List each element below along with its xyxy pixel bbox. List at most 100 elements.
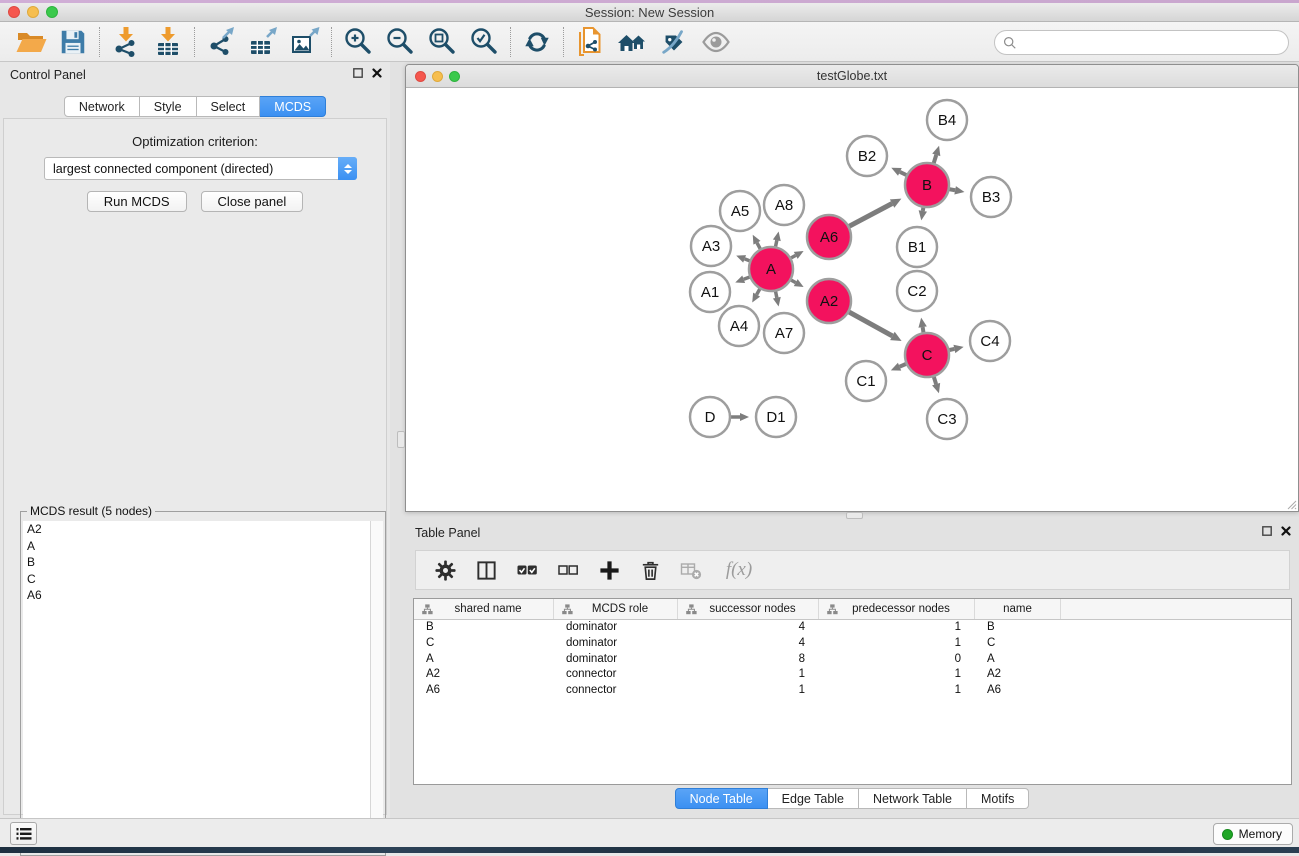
table-cell[interactable]: 1 [819,620,975,636]
export-table-button[interactable] [242,24,284,60]
mcds-result-item[interactable]: A6 [23,587,370,604]
zoom-out-button[interactable] [379,24,421,60]
table-row[interactable]: Adominator80A [414,652,1291,668]
edge-C-C1[interactable] [900,364,906,367]
edge-A2-C[interactable] [849,312,892,336]
edge-A-A6[interactable] [791,255,796,258]
table-cell[interactable]: A6 [975,683,1061,699]
edge-A-A2[interactable] [791,280,796,283]
edge-A6-B[interactable] [849,204,892,227]
table-cell[interactable]: A [975,652,1061,668]
edge-B-B3[interactable] [950,189,956,190]
network-from-file-button[interactable] [569,24,611,60]
refresh-layout-button[interactable] [516,24,558,60]
zoom-selected-button[interactable] [463,24,505,60]
table-cell[interactable]: A2 [414,667,554,683]
float-panel-icon[interactable] [353,68,363,78]
table-row[interactable]: A2connector11A2 [414,667,1291,683]
table-cell[interactable]: 1 [678,683,819,699]
edge-B-B2[interactable] [900,172,906,175]
network-window-titlebar[interactable]: testGlobe.txt [406,65,1298,88]
search-input[interactable] [1022,36,1288,50]
tab-motifs[interactable]: Motifs [967,788,1029,809]
edge-A-A3[interactable] [745,259,750,261]
resize-grip-icon[interactable] [1285,498,1297,510]
table-settings-button[interactable] [432,557,458,583]
table-cell[interactable]: connector [554,667,678,683]
home-button[interactable] [611,24,653,60]
show-details-button[interactable] [695,24,737,60]
edge-A-A1[interactable] [744,277,750,279]
edge-A-A7[interactable] [776,292,777,298]
table-cell[interactable]: B [414,620,554,636]
export-network-button[interactable] [200,24,242,60]
column-header-MCDS-role[interactable]: MCDS role [554,599,678,619]
close-panel-icon[interactable] [1281,526,1291,536]
column-header-successor-nodes[interactable]: successor nodes [678,599,819,619]
tab-mcds[interactable]: MCDS [260,96,326,117]
table-cell[interactable]: 1 [819,683,975,699]
table-cell[interactable]: connector [554,683,678,699]
edge-C-C4[interactable] [949,349,954,350]
edge-B-B4[interactable] [934,155,937,163]
memory-button[interactable]: Memory [1213,823,1293,845]
column-header-shared-name[interactable]: shared name [414,599,554,619]
tab-node-table[interactable]: Node Table [675,788,768,809]
tab-edge-table[interactable]: Edge Table [768,788,859,809]
table-cell[interactable]: A2 [975,667,1061,683]
tab-network-table[interactable]: Network Table [859,788,967,809]
tab-select[interactable]: Select [197,96,261,117]
table-cell[interactable]: A6 [414,683,554,699]
mcds-result-item[interactable]: B [23,554,370,571]
table-cell[interactable]: 1 [678,667,819,683]
edge-C-C2[interactable] [923,327,924,332]
delete-column-button[interactable] [637,557,663,583]
table-cell[interactable]: 1 [819,667,975,683]
column-header-name[interactable]: name [975,599,1061,619]
result-list-scrollbar[interactable] [370,521,383,853]
table-cell[interactable]: A [414,652,554,668]
table-cell[interactable]: 4 [678,620,819,636]
task-history-button[interactable] [10,822,37,845]
delete-table-button[interactable] [678,557,704,583]
edge-A-A4[interactable] [757,289,760,295]
criterion-dropdown[interactable]: largest connected component (directed) [44,157,357,180]
mcds-result-item[interactable]: A2 [23,521,370,538]
horizontal-divider-gripper[interactable] [846,512,863,519]
select-all-button[interactable] [514,557,540,583]
run-mcds-button[interactable]: Run MCDS [87,191,187,212]
table-cell[interactable]: dominator [554,652,678,668]
vertical-divider-gripper[interactable] [397,431,405,448]
search-box[interactable] [994,30,1289,55]
open-session-button[interactable] [10,24,52,60]
tab-style[interactable]: Style [140,96,197,117]
table-row[interactable]: A6connector11A6 [414,683,1291,699]
mcds-result-item[interactable]: A [23,538,370,555]
table-cell[interactable]: C [975,636,1061,652]
zoom-in-button[interactable] [337,24,379,60]
save-session-button[interactable] [52,24,94,60]
edge-A-A5[interactable] [757,243,760,249]
close-panel-icon[interactable] [372,68,382,78]
tab-network[interactable]: Network [64,96,140,117]
table-cell[interactable]: dominator [554,636,678,652]
import-network-button[interactable] [105,24,147,60]
network-canvas[interactable]: B4B2BB3A8A5A6A3B1AC2A1A2A4A7C4CC1DD1C3 [406,88,1298,511]
table-row[interactable]: Cdominator41C [414,636,1291,652]
table-cell[interactable]: 8 [678,652,819,668]
close-panel-button[interactable]: Close panel [201,191,304,212]
zoom-fit-button[interactable] [421,24,463,60]
table-cell[interactable]: 4 [678,636,819,652]
table-cell[interactable]: B [975,620,1061,636]
deselect-all-button[interactable] [555,557,581,583]
float-panel-icon[interactable] [1262,526,1272,536]
show-columns-button[interactable] [473,557,499,583]
table-cell[interactable]: dominator [554,620,678,636]
edge-C-C3[interactable] [934,377,936,384]
table-cell[interactable]: 0 [819,652,975,668]
create-column-button[interactable] [596,557,622,583]
table-row[interactable]: Bdominator41B [414,620,1291,636]
edge-A-A8[interactable] [776,240,777,246]
hide-labels-button[interactable] [653,24,695,60]
import-table-button[interactable] [147,24,189,60]
